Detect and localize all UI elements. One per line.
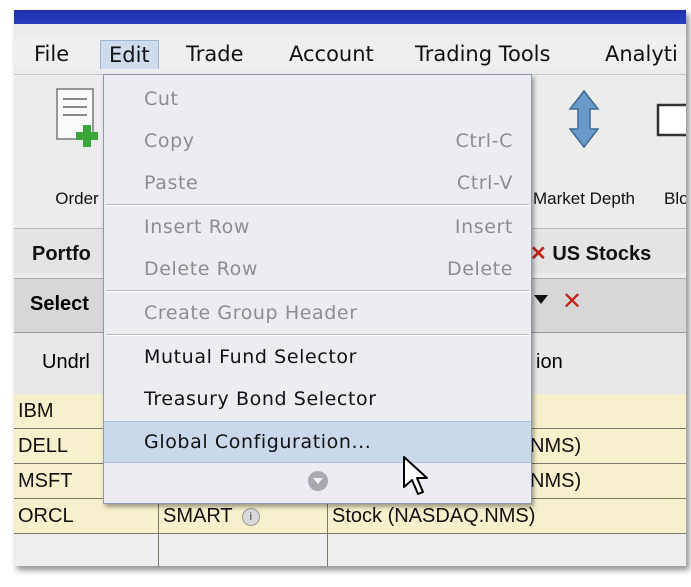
column-header-underlying[interactable]: Undrl (42, 351, 90, 374)
dropdown-arrow-icon[interactable] (534, 295, 548, 304)
menu-item-label: Global Configuration... (144, 431, 372, 453)
menu-item-label: Mutual Fund Selector (144, 346, 358, 368)
menu-item-label: Paste (144, 172, 199, 194)
partial-toolbar-button[interactable]: Blo (654, 85, 686, 205)
empty-cell (159, 534, 328, 566)
menu-item-delete-row[interactable]: Delete Row Delete (104, 249, 531, 289)
menu-item-insert-row[interactable]: Insert Row Insert (104, 207, 531, 247)
menu-item-shortcut: Delete (446, 258, 513, 280)
tab-us-stocks[interactable]: ✕ US Stocks (530, 237, 651, 271)
partial-toolbar-label: Blo (664, 189, 686, 205)
menu-bar: File Edit Trade Account Trading Tools An… (14, 36, 686, 70)
menu-item-global-configuration[interactable]: Global Configuration... (104, 421, 531, 463)
menu-separator (106, 204, 529, 206)
menu-trading-tools[interactable]: Trading Tools (407, 40, 558, 68)
info-icon[interactable]: i (241, 507, 260, 526)
empty-cell (14, 534, 159, 566)
market-depth-label: Market Depth (532, 189, 636, 208)
menu-separator (106, 334, 529, 336)
exchange-text: SMART (163, 505, 233, 527)
market-depth-button[interactable]: Market Depth (524, 85, 644, 208)
menu-item-mutual-fund-selector[interactable]: Mutual Fund Selector (104, 337, 531, 377)
menu-item-label: Cut (144, 88, 179, 110)
menu-account[interactable]: Account (281, 40, 382, 68)
title-bar (14, 10, 686, 24)
delete-icon[interactable]: ✕ (562, 287, 582, 315)
close-tab-icon[interactable]: ✕ (530, 243, 547, 265)
menu-separator (106, 290, 529, 292)
menu-item-copy[interactable]: Copy Ctrl-C (104, 121, 531, 161)
menu-item-label: Insert Row (144, 216, 251, 238)
menu-item-shortcut: Ctrl-V (456, 172, 513, 194)
window-icon (656, 103, 686, 137)
mouse-cursor-icon (403, 456, 428, 495)
tab-us-stocks-label: US Stocks (552, 243, 652, 265)
menu-item-create-group-header[interactable]: Create Group Header (104, 293, 531, 333)
table-row[interactable]: ORCL SMART i Stock (NASDAQ.NMS) (14, 499, 686, 534)
tab-portfolio[interactable]: Portfo (32, 237, 91, 271)
menu-item-cut[interactable]: Cut (104, 79, 531, 119)
menu-analytics[interactable]: Analyti (597, 40, 686, 68)
menu-item-paste[interactable]: Paste Ctrl-V (104, 163, 531, 203)
symbol-cell: ORCL (14, 499, 159, 533)
menu-edit[interactable]: Edit (100, 40, 159, 69)
menu-item-label: Treasury Bond Selector (144, 388, 377, 410)
scroll-down-icon[interactable] (308, 471, 328, 491)
menu-item-label: Delete Row (144, 258, 258, 280)
menu-item-shortcut: Ctrl-C (455, 130, 513, 152)
menu-file[interactable]: File (26, 40, 77, 68)
exchange-cell: SMART i (159, 499, 328, 533)
type-cell: Stock (NASDAQ.NMS) (332, 505, 536, 527)
up-down-arrow-icon (568, 89, 600, 149)
column-header-description[interactable]: ion (536, 351, 563, 374)
menu-item-label: Copy (144, 130, 195, 152)
menu-item-shortcut: Insert (454, 216, 513, 238)
menu-item-treasury-bond-selector[interactable]: Treasury Bond Selector (104, 379, 531, 419)
edit-menu: Cut Copy Ctrl-C Paste Ctrl-V Insert Row … (103, 74, 532, 504)
order-icon (56, 88, 98, 147)
table-row[interactable] (14, 534, 686, 566)
menu-item-label: Create Group Header (144, 302, 358, 324)
menu-trade[interactable]: Trade (178, 40, 252, 68)
select-label: Select (30, 293, 89, 315)
